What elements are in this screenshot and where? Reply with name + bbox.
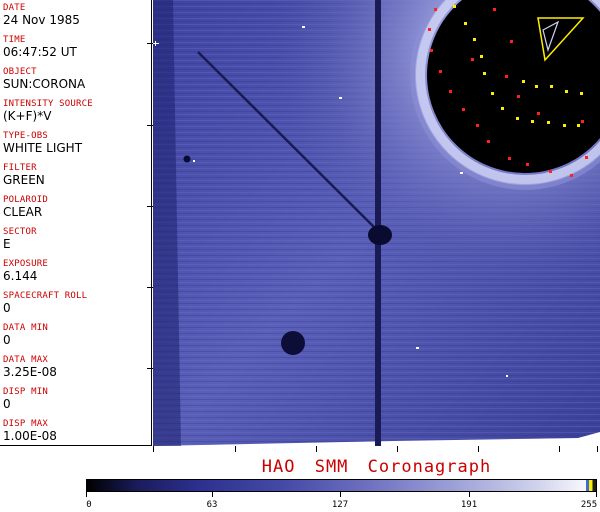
- header-field-label: TYPE-OBS: [3, 131, 48, 141]
- color-scale-tick: [86, 492, 87, 497]
- header-field-value: 0: [3, 397, 11, 411]
- coronagraph-image: [153, 0, 600, 446]
- header-field-label: FILTER: [3, 163, 37, 173]
- color-scale-tick-label: 63: [206, 500, 218, 510]
- header-field-label: DATA MIN: [3, 323, 48, 333]
- header-field-value: SUN:CORONA: [3, 77, 86, 91]
- color-scale-tick-label: 0: [86, 500, 92, 510]
- header-field-value: 1.00E-08: [3, 429, 57, 443]
- header-field-value: CLEAR: [3, 205, 43, 219]
- header-field-data-min: DATA MIN 0: [3, 323, 149, 347]
- header-field-label: DISP MAX: [3, 419, 48, 429]
- header-field-label: INTENSITY SOURCE: [3, 99, 93, 109]
- color-scale-ticks: [86, 492, 597, 498]
- coronagraph-svg: [153, 0, 600, 446]
- header-field-disp-min: DISP MIN 0: [3, 387, 149, 411]
- pylon-hub: [368, 225, 392, 245]
- color-scale-tick-label: 127: [331, 500, 349, 510]
- header-field-disp-max: DISP MAX 1.00E-08: [3, 419, 149, 443]
- header-field-time: TIME 06:47:52 UT: [3, 35, 149, 59]
- color-scale-tick: [596, 492, 597, 497]
- header-field-value: E: [3, 237, 11, 251]
- header-field-label: DATE: [3, 3, 26, 13]
- header-field-value: 6.144: [3, 269, 38, 283]
- header-field-label: SECTOR: [3, 227, 37, 237]
- header-field-spacecraft-roll: SPACECRAFT ROLL 0: [3, 291, 149, 315]
- instrument-caption: HAO SMM Coronagraph: [261, 457, 492, 477]
- header-field-sector: SECTOR E: [3, 227, 149, 251]
- color-scale-tick: [212, 492, 213, 497]
- header-field-polaroid: POLAROID CLEAR: [3, 195, 149, 219]
- color-scale-labels: 0 63 127 191 255: [86, 500, 597, 512]
- pylon-vertical: [375, 0, 381, 446]
- header-field-label: TIME: [3, 35, 26, 45]
- header-field-label: EXPOSURE: [3, 259, 48, 269]
- color-scale-tick: [340, 492, 341, 497]
- color-scale-tick-label: 255: [580, 500, 598, 510]
- header-field-value: 06:47:52 UT: [3, 45, 77, 59]
- color-scale-tick: [469, 492, 470, 497]
- header-field-label: POLAROID: [3, 195, 48, 205]
- header-field-value: WHITE LIGHT: [3, 141, 83, 155]
- header-field-exposure: EXPOSURE 6.144: [3, 259, 149, 283]
- header-field-label: SPACECRAFT ROLL: [3, 291, 88, 301]
- header-field-value: 3.25E-08: [3, 365, 57, 379]
- header-field-value: 0: [3, 333, 11, 347]
- header-info-panel: DATE 24 Nov 1985 TIME 06:47:52 UT OBJECT SUN:…: [0, 0, 152, 446]
- color-scale-tick-label: 191: [460, 500, 478, 510]
- header-field-value: GREEN: [3, 173, 45, 187]
- header-field-filter: FILTER GREEN: [3, 163, 149, 187]
- header-field-label: OBJECT: [3, 67, 37, 77]
- color-scale-bar: [86, 479, 597, 492]
- header-field-date: DATE 24 Nov 1985: [3, 3, 149, 27]
- header-field-label: DATA MAX: [3, 355, 48, 365]
- header-field-intensity-source: INTENSITY SOURCE (K+F)*V: [3, 99, 149, 123]
- header-field-object: OBJECT SUN:CORONA: [3, 67, 149, 91]
- dust-spot: [281, 331, 305, 355]
- header-field-data-max: DATA MAX 3.25E-08: [3, 355, 149, 379]
- header-field-value: 0: [3, 301, 11, 315]
- header-field-type-obs: TYPE-OBS WHITE LIGHT: [3, 131, 149, 155]
- header-field-value: (K+F)*V: [3, 109, 52, 123]
- header-field-label: DISP MIN: [3, 387, 48, 397]
- header-field-value: 24 Nov 1985: [3, 13, 80, 27]
